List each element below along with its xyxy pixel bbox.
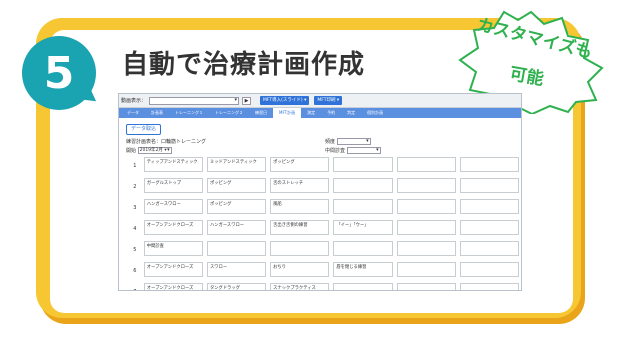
start-label: 開始 [126, 148, 137, 154]
tab-item[interactable]: 予約 [321, 108, 341, 118]
grid-cell[interactable]: オープンアンドクローズ [143, 220, 203, 235]
row-number: 6 [133, 268, 137, 274]
plan-name: 練習計画表名：口輪筋トレーニング [126, 139, 207, 145]
row-number: 5 [133, 247, 137, 253]
grid-cell[interactable] [333, 241, 393, 256]
row-number: 7 [126, 282, 144, 290]
grid-cell[interactable] [396, 262, 456, 277]
grid-cell[interactable] [459, 283, 519, 290]
grid-cell[interactable] [396, 157, 456, 172]
grid-cell[interactable] [459, 241, 519, 256]
grid-cell[interactable] [459, 199, 519, 214]
tab-item[interactable]: トレーニング２ [209, 108, 249, 118]
row-number: 4 [133, 226, 137, 232]
grid-cell[interactable] [270, 241, 330, 256]
grid-cell[interactable]: ティップアンドスティック [143, 157, 203, 172]
grid-cell[interactable]: スワロー [206, 262, 267, 277]
start-select[interactable]: 2019年2月 ▾ [137, 147, 172, 154]
grid-cell[interactable]: ポッピング [206, 178, 267, 193]
video-label: 動画表示： [121, 98, 147, 104]
data-import-button[interactable]: データ取込 [126, 124, 162, 135]
grid-row: 2 ガーグルストップ ポッピング 舌のストレッチ [126, 177, 521, 198]
tab-item[interactable]: 個別計画 [361, 108, 389, 118]
grid-cell[interactable]: 「イー」「ウー」 [333, 220, 393, 235]
row-number: 1 [133, 163, 137, 169]
mft-print-button[interactable]: MFT印刷 ▾ [314, 96, 343, 105]
grid-cell[interactable]: ハンガースワロー [143, 199, 203, 214]
grid-cell[interactable] [459, 220, 519, 235]
grid-cell[interactable] [396, 220, 456, 235]
grid-cell[interactable]: 風船 [270, 199, 330, 214]
freq-select[interactable] [336, 138, 371, 145]
grid-cell[interactable]: 舌のストレッチ [270, 178, 330, 193]
app-screenshot: 動画表示： ▶ MFT導入(スライド) ▾ MFT印刷 ▾ データ計画表トレーニ… [118, 93, 522, 291]
grid-row: 4 オープンアンドクローズ ハンガースワロー 舌出き舌側の練習 「イー」「ウー」 [126, 219, 521, 240]
step-number-badge: 5 [22, 36, 96, 110]
grid-row: 6 オープンアンドクローズ スワロー おちり 唇を閉じる練習 [126, 261, 521, 282]
grid-cell[interactable] [396, 241, 456, 256]
mid-select[interactable] [346, 147, 381, 154]
grid-cell[interactable] [459, 178, 519, 193]
tab-item[interactable]: 計画表 [145, 108, 169, 118]
grid-cell[interactable]: ミッドアンドスティック [206, 157, 267, 172]
freq-row: 頻度 [325, 138, 371, 145]
tab-item[interactable]: 測定 [301, 108, 321, 118]
grid-cell[interactable] [396, 199, 456, 214]
grid-cell[interactable]: タングドラッグ [206, 283, 267, 290]
grid-cell[interactable]: 中間診査 [143, 241, 203, 256]
video-select[interactable] [149, 96, 240, 105]
freq-label: 頻度 [325, 139, 336, 145]
grid-row: 7オープンアンドクローズタングドラッグスナックプラクティス [126, 282, 521, 290]
mft-import-button[interactable]: MFT導入(スライド) ▾ [260, 96, 310, 105]
grid-cell[interactable]: 唇を閉じる練習 [333, 262, 393, 277]
grid-row: 1 ティップアンドスティック ミッドアンドスティック ポッピング [126, 156, 521, 177]
grid-cell[interactable]: オープンアンドクローズ [143, 283, 203, 290]
tab-item[interactable]: データ [121, 108, 145, 118]
grid-cell[interactable] [333, 199, 393, 214]
grid-cell[interactable] [396, 283, 456, 290]
grid-cell[interactable] [333, 157, 393, 172]
grid-cell[interactable] [459, 157, 519, 172]
grid-cell[interactable] [396, 178, 456, 193]
grid-row: 5 中間診査 [126, 240, 521, 261]
tab-item[interactable]: 判定 [341, 108, 361, 118]
grid-row: 3 ハンガースワロー ポッピング 風船 [126, 198, 521, 219]
tab-item[interactable]: 練習日 [249, 108, 273, 118]
grid-cell[interactable]: おちり [270, 262, 330, 277]
play-button[interactable]: ▶ [242, 96, 252, 105]
grid-cell[interactable]: ハンガースワロー [206, 220, 267, 235]
tab-item[interactable]: トレーニング１ [169, 108, 209, 118]
mid-label: 中間診査 [325, 148, 346, 154]
grid-cell[interactable]: ポッピング [206, 199, 267, 214]
grid-cell[interactable] [459, 262, 519, 277]
grid-cell[interactable]: ガーグルストップ [143, 178, 203, 193]
grid-cell[interactable]: 舌出き舌側の練習 [270, 220, 330, 235]
page-title: 自動で治療計画作成 [122, 50, 366, 80]
app-toolbar: 動画表示： ▶ MFT導入(スライド) ▾ MFT印刷 ▾ [119, 94, 521, 108]
mid-row: 中間診査 [325, 147, 381, 154]
row-number: 3 [133, 205, 137, 211]
grid-cell[interactable] [333, 283, 393, 290]
tab-bar: データ 計画表 トレーニング１ トレーニング２ 練習日 MFT計画 測定 予約 判定 個別計画 [119, 108, 521, 118]
grid-cell[interactable] [206, 241, 267, 256]
grid-cell[interactable]: オープンアンドクローズ [143, 262, 203, 277]
tab-item[interactable]: MFT計画 [273, 108, 302, 118]
start-row: 開始 2019年2月 ▾ [126, 147, 172, 154]
grid-cell[interactable]: スナックプラクティス [270, 283, 330, 290]
plan-grid: 1 ティップアンドスティック ミッドアンドスティック ポッピング 2 ガーグルストップ ポッ… [126, 156, 521, 290]
grid-cell[interactable] [333, 178, 393, 193]
row-number: 2 [133, 184, 137, 190]
grid-cell[interactable]: ポッピング [270, 157, 330, 172]
